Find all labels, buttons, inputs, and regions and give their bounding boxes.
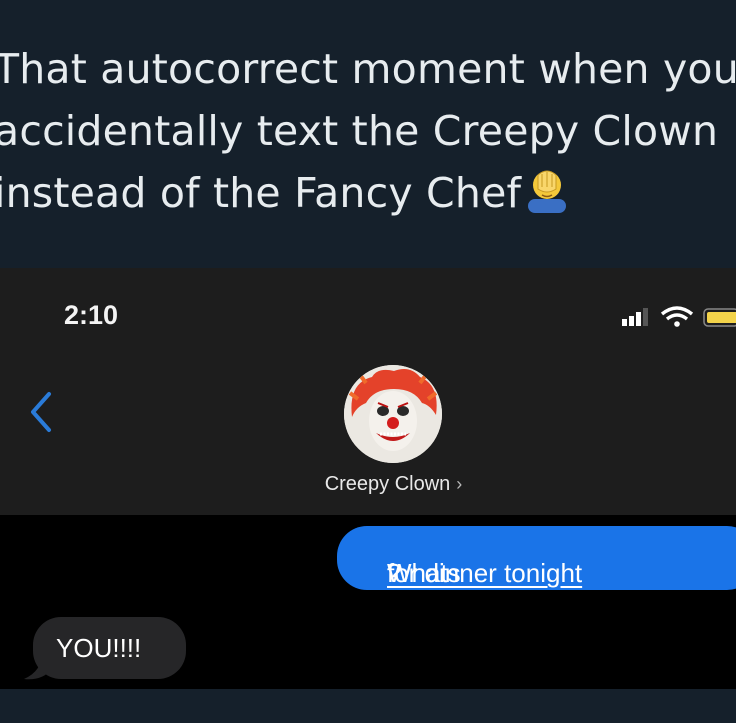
clown-avatar-icon [344, 365, 442, 463]
received-message-bubble[interactable]: YOU!!!! [33, 617, 186, 679]
contact-avatar[interactable] [344, 365, 442, 463]
messages-screenshot: 2:10 Creepy Clown › Whats for dinner ton… [0, 268, 736, 689]
chevron-right-icon: › [456, 474, 463, 494]
caption-line-3: instead of the Fancy Chef [0, 162, 736, 224]
message-thread: Whats for dinner tonight? YOU!!!! [0, 515, 736, 689]
status-icons [622, 306, 736, 327]
sent-message-part3: ? [387, 558, 402, 588]
wifi-icon [660, 306, 694, 327]
sent-message-link[interactable]: for dinner tonight [387, 558, 582, 589]
facepalm-icon [528, 170, 567, 213]
conversation-header: 2:10 Creepy Clown › [0, 268, 736, 515]
contact-name-label: Creepy Clown [324, 473, 451, 495]
post-caption: That autocorrect moment when you acciden… [0, 38, 736, 224]
received-message-text: YOU!!!! [56, 633, 142, 663]
battery-icon [703, 308, 736, 327]
caption-line-1: That autocorrect moment when you [0, 45, 736, 93]
back-chevron-icon[interactable] [27, 390, 57, 434]
caption-line-2: accidentally text the Creepy Clown [0, 107, 719, 155]
contact-name[interactable]: Creepy Clown › [0, 473, 736, 496]
caption-line-3-text: instead of the Fancy Chef [0, 169, 522, 217]
sent-message-bubble[interactable]: Whats for dinner tonight? [337, 526, 736, 590]
signal-icon [622, 308, 648, 326]
status-time: 2:10 [64, 300, 119, 330]
